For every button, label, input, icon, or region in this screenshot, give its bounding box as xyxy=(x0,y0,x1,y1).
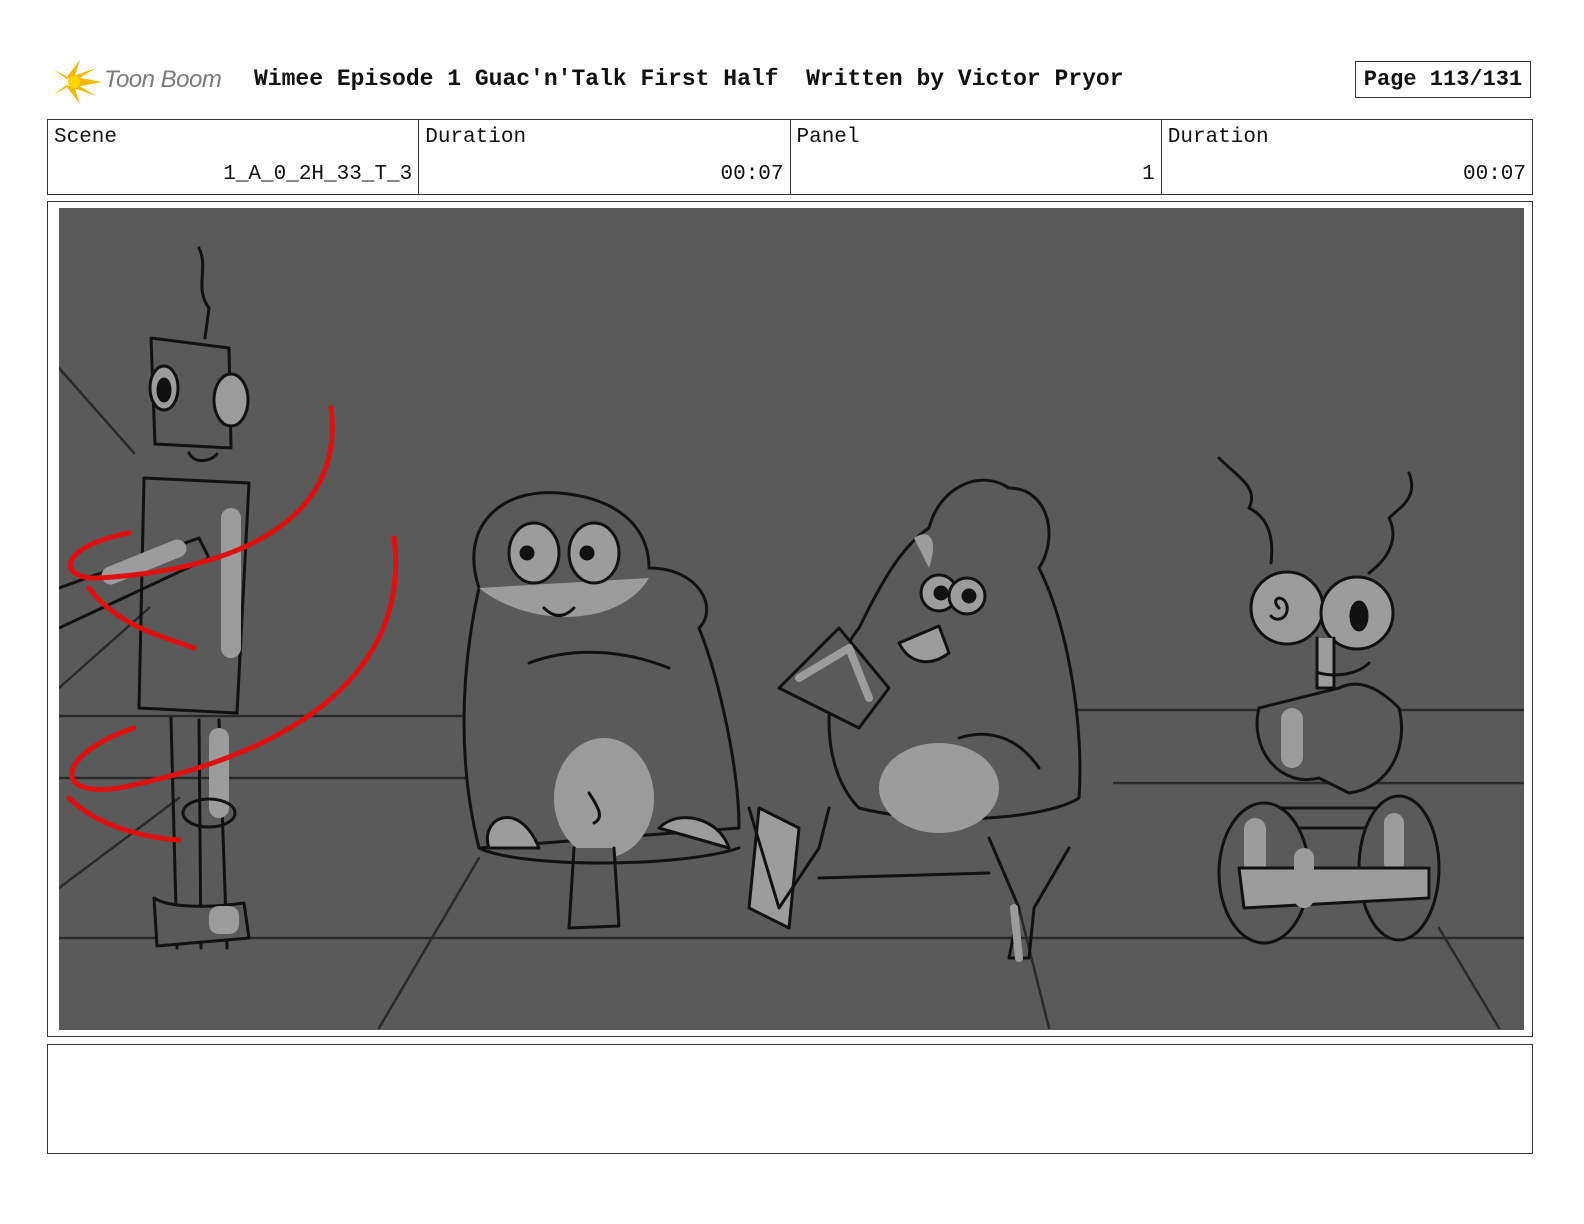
bird-character xyxy=(747,478,1082,962)
scene-value: 1_A_0_2H_33_T_3 xyxy=(223,163,413,186)
starburst-icon xyxy=(54,60,102,104)
panel-value: 1 xyxy=(1142,163,1155,186)
storyboard-title: Wimee Episode 1 Guac'n'Talk First Half W… xyxy=(254,66,1124,92)
panel-label: Panel xyxy=(796,126,860,149)
panel-duration-cell: Duration 00:07 xyxy=(1162,120,1532,194)
scene-label: Scene xyxy=(54,126,118,149)
page-number: Page 113/131 xyxy=(1355,61,1531,98)
panel-cell: Panel 1 xyxy=(791,120,1162,194)
logo-text: Toon Boom xyxy=(104,66,222,93)
scene-duration-value: 00:07 xyxy=(720,163,784,186)
scene-duration-cell: Duration 00:07 xyxy=(419,120,791,194)
storyboard-sketch xyxy=(59,246,1524,1030)
robot-character xyxy=(59,246,251,950)
panel-duration-value: 00:07 xyxy=(1462,163,1526,186)
scene-info-table: Scene 1_A_0_2H_33_T_3 Duration 00:07 Pan… xyxy=(47,119,1533,195)
frog-character xyxy=(462,491,741,930)
scene-duration-label: Duration xyxy=(425,126,527,149)
panel-notes-box xyxy=(47,1044,1533,1154)
storyboard-panel-drawing xyxy=(59,208,1524,1030)
scene-cell: Scene 1_A_0_2H_33_T_3 xyxy=(48,120,420,194)
panel-duration-label: Duration xyxy=(1167,126,1269,149)
bug-character xyxy=(1217,456,1441,945)
toon-boom-logo: Toon Boom xyxy=(50,56,240,108)
